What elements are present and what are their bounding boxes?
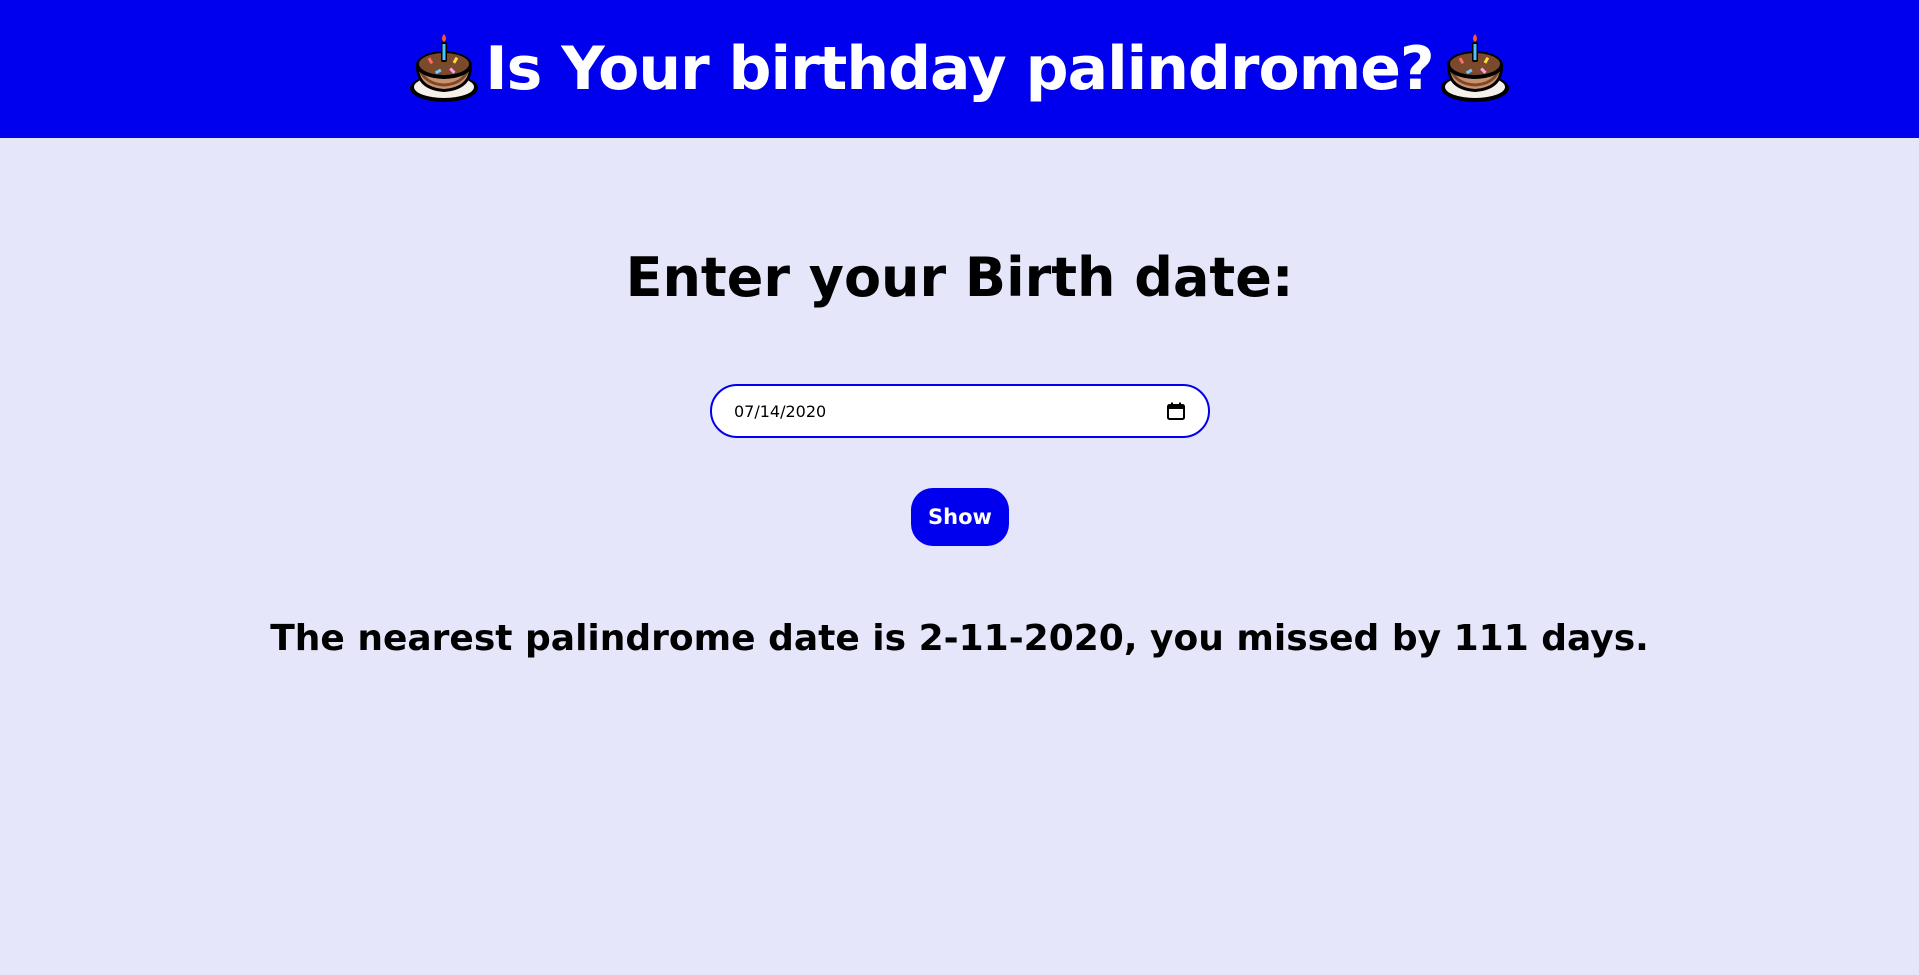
calendar-icon[interactable]	[1166, 401, 1186, 421]
birthdate-value[interactable]: 07/14/2020	[734, 402, 1166, 421]
birthdate-prompt: Enter your Birth date:	[625, 246, 1294, 309]
birthday-cake-icon	[407, 32, 481, 106]
result-message: The nearest palindrome date is 2-11-2020…	[270, 618, 1649, 659]
main-content: Enter your Birth date: 07/14/2020 Show T…	[0, 138, 1919, 975]
app-header: Is Your birthday palindrome?	[0, 0, 1919, 138]
header-content: Is Your birthday palindrome?	[407, 32, 1511, 106]
birthdate-input[interactable]: 07/14/2020	[710, 384, 1210, 438]
show-button[interactable]: Show	[911, 488, 1009, 546]
birthday-cake-icon	[1438, 32, 1512, 106]
page-title: Is Your birthday palindrome?	[485, 34, 1434, 104]
